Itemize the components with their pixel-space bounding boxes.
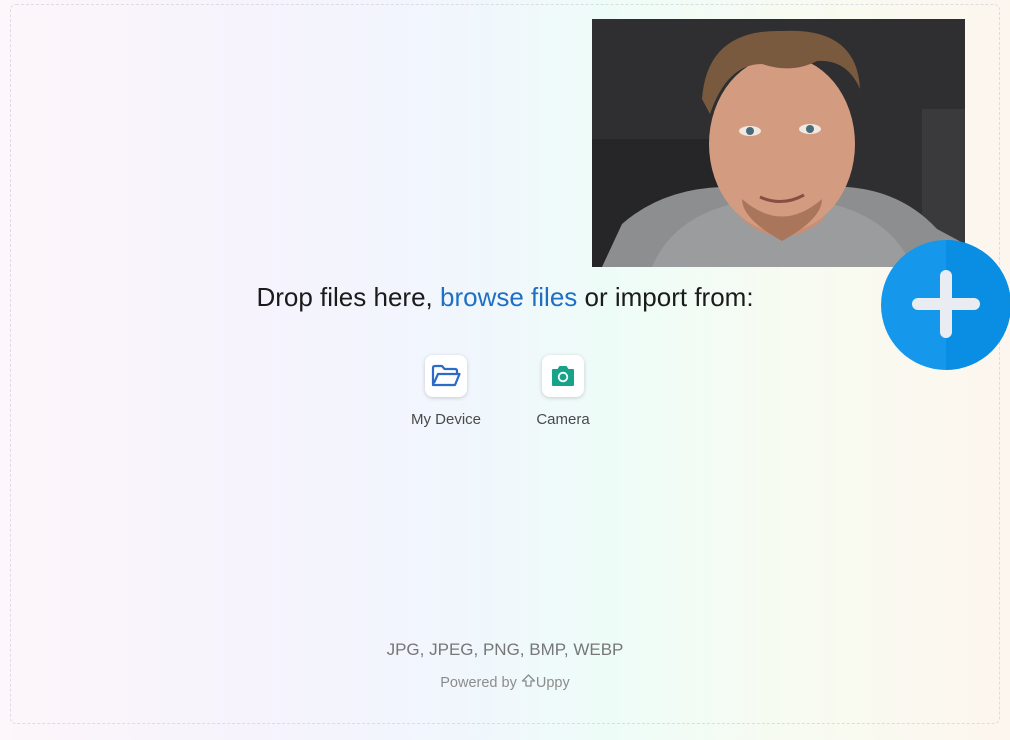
camera-icon bbox=[552, 366, 574, 386]
selfie-photo bbox=[592, 19, 965, 267]
source-camera[interactable]: Camera bbox=[513, 355, 613, 428]
powered-by-text: Powered by bbox=[440, 675, 517, 691]
import-text: or import from: bbox=[584, 282, 754, 312]
drop-text: Drop files here, bbox=[256, 282, 433, 312]
camera-tile[interactable] bbox=[542, 355, 584, 397]
browse-files-link[interactable]: browse files bbox=[440, 282, 577, 312]
uppy-logo-icon bbox=[521, 674, 536, 687]
folder-icon bbox=[431, 364, 461, 387]
dropzone-headline: Drop files here, browse files or import … bbox=[0, 282, 1010, 313]
uppy-brand[interactable]: Uppy bbox=[536, 675, 570, 691]
allowed-formats: JPG, JPEG, PNG, BMP, WEBP bbox=[386, 640, 624, 659]
my-device-label: My Device bbox=[410, 411, 481, 428]
powered-by: Powered by Uppy bbox=[0, 674, 1010, 691]
preview-photo bbox=[592, 19, 965, 267]
my-device-tile[interactable] bbox=[425, 355, 467, 397]
camera-label: Camera bbox=[536, 411, 590, 428]
import-sources: My Device Camera bbox=[0, 355, 1010, 435]
source-my-device[interactable]: My Device bbox=[396, 355, 496, 428]
